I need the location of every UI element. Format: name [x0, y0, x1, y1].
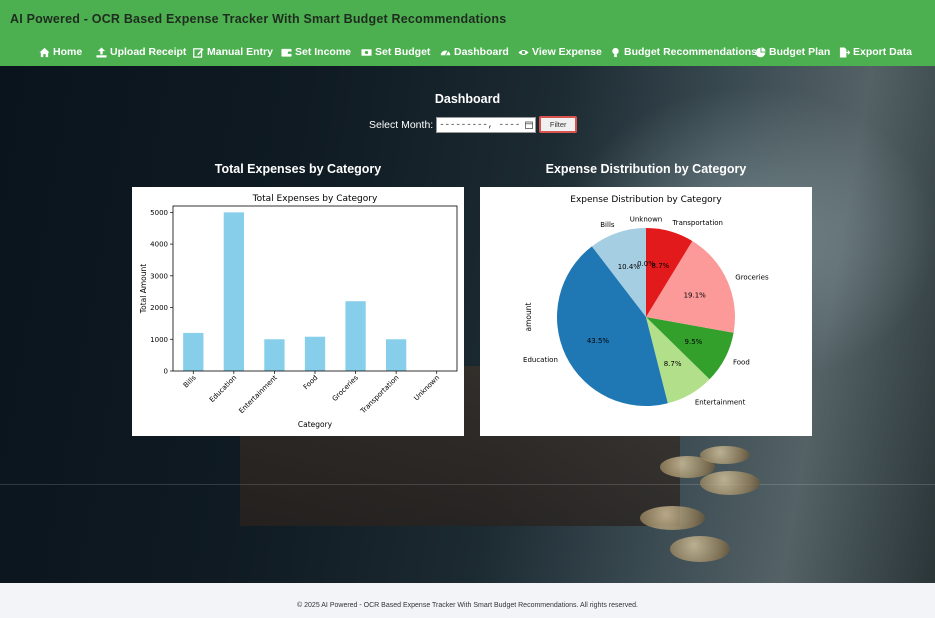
bar-groceries: [345, 301, 366, 371]
nav-set-budget[interactable]: Set Budget: [361, 44, 430, 60]
pie-pct-label: 8.7%: [664, 360, 682, 368]
pie-pct-label: 9.5%: [685, 338, 703, 346]
nav-upload-receipt[interactable]: Upload Receipt: [96, 44, 186, 60]
nav-plan-label: Budget Plan: [769, 46, 831, 58]
x-tick-label: Transportation: [358, 374, 400, 416]
nav-export-label: Export Data: [853, 46, 912, 58]
lightbulb-icon: [612, 47, 619, 57]
y-tick-label: 3000: [150, 272, 168, 280]
nav-recommendations-label: Budget Recommendations: [624, 46, 758, 58]
pie-section-title: Expense Distribution by Category: [545, 162, 747, 176]
y-axis-label: Total Amount: [139, 264, 148, 314]
nav-view-label: View Expense: [532, 46, 602, 58]
bar-education: [223, 212, 244, 371]
page-title: Dashboard: [434, 92, 501, 106]
pie-pct-label: 19.1%: [684, 292, 707, 300]
month-filter: Select Month: ---------, ---- Filter: [369, 116, 578, 133]
pie-category-label: Unknown: [630, 216, 663, 224]
pie-chart: Expense Distribution by Categoryamount10…: [523, 195, 769, 406]
nav-set-income[interactable]: Set Income: [281, 44, 351, 60]
bar-food: [304, 336, 326, 371]
pie-axis-label: amount: [524, 302, 533, 331]
pie-icon: [755, 46, 766, 57]
x-tick-label: Food: [302, 374, 320, 392]
x-axis-label: Category: [298, 420, 333, 429]
x-tick-label: Groceries: [331, 374, 360, 403]
y-tick-label: 1000: [150, 336, 168, 344]
nav-income-label: Set Income: [295, 46, 352, 58]
pie-category-label: Education: [523, 356, 558, 364]
bar-chart-card: Total Expenses by Category 0 1000 2000 3000 4…: [132, 187, 464, 436]
calendar-icon[interactable]: [525, 121, 534, 129]
eye-icon: [518, 49, 529, 55]
x-tick-label: Bills: [182, 374, 198, 390]
bar-chart-title: Total Expenses by Category: [252, 194, 378, 204]
nav-upload-label: Upload Receipt: [110, 46, 187, 58]
bar-bills: [183, 332, 204, 371]
nav-budget-plan[interactable]: Budget Plan: [755, 44, 830, 60]
background-coin: [640, 506, 705, 530]
nav-manual-entry[interactable]: Manual Entry: [193, 44, 273, 60]
nav-home[interactable]: Home: [39, 44, 82, 60]
x-tick-label: Entertainment: [237, 374, 279, 416]
pie-chart-card: Expense Distribution by Category amount 10…: [480, 187, 812, 436]
nav-menu: Home Upload Receipt Manual Entry Set Inc…: [0, 44, 935, 62]
y-tick-label: 2000: [150, 304, 168, 312]
money-icon: [361, 48, 372, 56]
nav-view-expense[interactable]: View Expense: [518, 44, 602, 60]
x-tick-label: Education: [208, 374, 238, 404]
month-input-value: ---------, ----: [439, 119, 521, 130]
background-divider: [0, 484, 935, 485]
bar-chart: Total Expenses by Category 0 1000 2000 3000 4…: [139, 194, 458, 429]
bar-section-title: Total Expenses by Category: [214, 162, 382, 176]
nav-manual-label: Manual Entry: [207, 46, 273, 58]
background-coin: [670, 536, 730, 562]
home-icon: [39, 47, 50, 57]
pie-category-label: Groceries: [735, 273, 769, 281]
filter-button[interactable]: Filter: [539, 116, 578, 133]
background-coin: [700, 446, 750, 464]
wallet-icon: [281, 48, 292, 57]
nav-dashboard-label: Dashboard: [454, 46, 509, 58]
file-export-icon: [839, 46, 850, 58]
y-tick-label: 0: [164, 368, 168, 376]
footer: © 2025 AI Powered - OCR Based Expense Tr…: [0, 583, 935, 618]
bar-entertainment: [264, 339, 285, 371]
background-coin: [700, 471, 760, 495]
gauge-icon: [440, 49, 451, 56]
nav-budget-recommendations[interactable]: Budget Recommendations: [610, 44, 757, 60]
pie-chart-title: Expense Distribution by Category: [570, 195, 722, 205]
brand-title[interactable]: AI Powered - OCR Based Expense Tracker W…: [10, 12, 506, 26]
nav-export-data[interactable]: Export Data: [839, 44, 912, 60]
month-label: Select Month:: [369, 118, 434, 131]
nav-dashboard[interactable]: Dashboard: [440, 44, 509, 60]
upload-icon: [96, 46, 107, 58]
pie-category-label: Bills: [600, 221, 615, 229]
bar-transportation: [386, 339, 407, 371]
edit-icon: [193, 47, 204, 58]
pie-category-label: Entertainment: [695, 398, 746, 406]
pie-pct-label: 0.0%: [637, 260, 655, 268]
pie-pct-label: 43.5%: [587, 337, 610, 345]
pie-category-label: Food: [733, 358, 750, 366]
month-input[interactable]: ---------, ----: [436, 116, 537, 133]
x-tick-label: Unknown: [412, 374, 441, 403]
y-tick-label: 5000: [150, 209, 168, 217]
nav-budget-label: Set Budget: [375, 46, 431, 58]
dashboard-main: Dashboard Select Month: ---------, ---- …: [0, 66, 935, 583]
y-tick-label: 4000: [150, 241, 168, 249]
footer-copyright: © 2025 AI Powered - OCR Based Expense Tr…: [297, 602, 638, 609]
nav-home-label: Home: [53, 46, 83, 58]
pie-category-label: Transportation: [671, 219, 723, 227]
top-navbar: AI Powered - OCR Based Expense Tracker W…: [0, 0, 935, 66]
